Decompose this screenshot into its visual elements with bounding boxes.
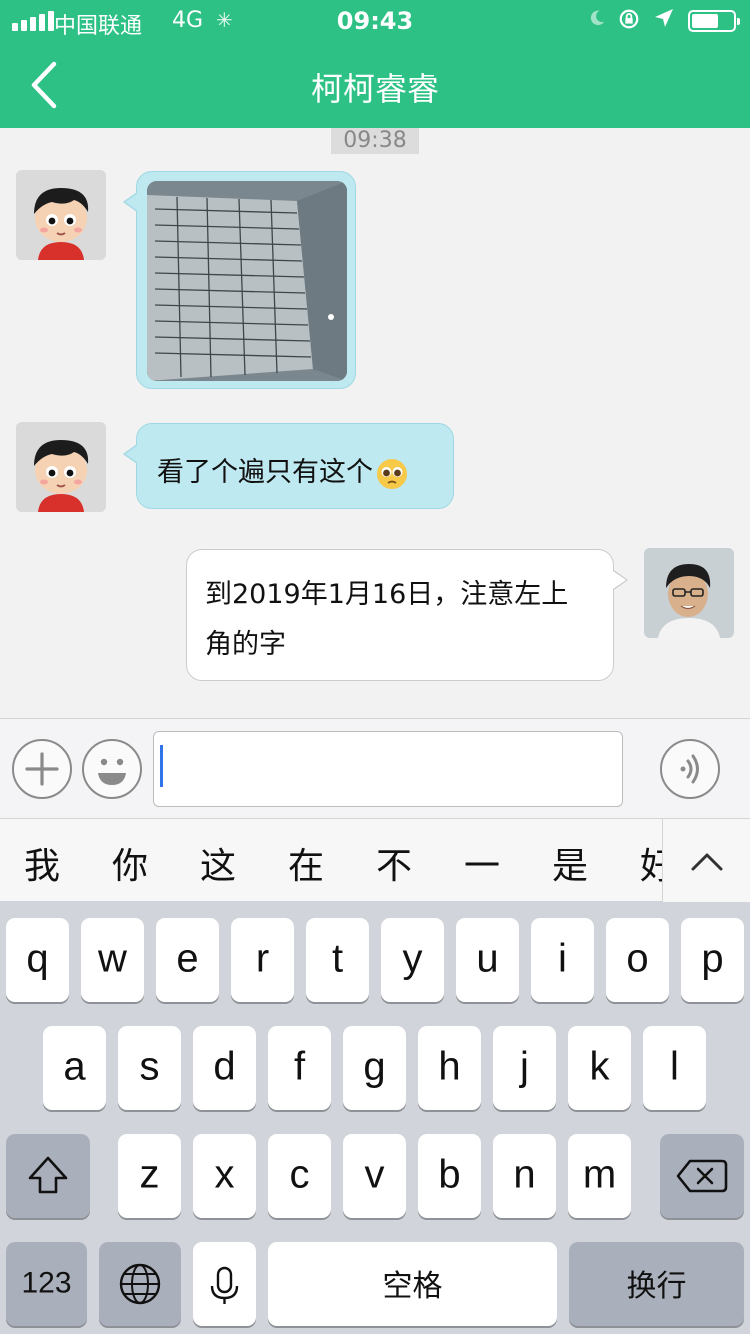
emoji-button[interactable] — [82, 739, 142, 799]
ime-candidate-bar: 我 你 这 在 不 一 是 好 — [0, 818, 750, 903]
key-b[interactable]: b — [418, 1134, 481, 1218]
image-message-bubble[interactable] — [123, 171, 356, 389]
my-avatar[interactable] — [644, 548, 734, 638]
backspace-key[interactable] — [660, 1134, 744, 1218]
key-g[interactable]: g — [343, 1026, 406, 1110]
numbers-key[interactable]: 123 — [6, 1242, 87, 1326]
key-t[interactable]: t — [306, 918, 369, 1002]
key-r[interactable]: r — [231, 918, 294, 1002]
moon-icon — [590, 10, 605, 26]
key-j[interactable]: j — [493, 1026, 556, 1110]
cartoon-boy-avatar — [16, 422, 106, 512]
key-d[interactable]: d — [193, 1026, 256, 1110]
voice-input-button[interactable] — [660, 739, 720, 799]
key-l[interactable]: l — [643, 1026, 706, 1110]
smiley-icon — [98, 758, 126, 785]
user-photo-avatar — [644, 548, 734, 638]
message-text: 看了个遍只有这个 — [157, 457, 373, 488]
key-u[interactable]: u — [456, 918, 519, 1002]
candidate-word[interactable]: 一 — [464, 837, 500, 889]
cartoon-boy-avatar — [16, 170, 106, 260]
key-k[interactable]: k — [568, 1026, 631, 1110]
add-attachment-button[interactable] — [12, 739, 72, 799]
space-key[interactable]: 空格 — [268, 1242, 557, 1326]
key-s[interactable]: s — [118, 1026, 181, 1110]
key-y[interactable]: y — [381, 918, 444, 1002]
dictation-key[interactable] — [193, 1242, 256, 1326]
shift-key[interactable] — [6, 1134, 90, 1218]
contact-avatar[interactable] — [16, 170, 106, 260]
outgoing-text-bubble[interactable]: 到2019年1月16日，注意左上 角的字 — [186, 549, 628, 681]
shift-arrow-icon — [28, 1156, 68, 1194]
key-n[interactable]: n — [493, 1134, 556, 1218]
key-q[interactable]: q — [6, 918, 69, 1002]
incoming-text-bubble[interactable]: 看了个遍只有这个 — [123, 423, 454, 509]
key-c[interactable]: c — [268, 1134, 331, 1218]
voice-waves-icon — [680, 754, 699, 784]
key-v[interactable]: v — [343, 1134, 406, 1218]
key-e[interactable]: e — [156, 918, 219, 1002]
candidate-word[interactable]: 是 — [552, 837, 588, 889]
key-o[interactable]: o — [606, 918, 669, 1002]
battery-icon — [688, 10, 740, 32]
document-photo[interactable] — [147, 181, 347, 381]
chevron-up-icon — [691, 853, 723, 871]
candidate-word[interactable]: 你 — [112, 837, 148, 889]
plus-icon — [25, 752, 59, 786]
key-i[interactable]: i — [531, 918, 594, 1002]
candidate-word[interactable]: 不 — [376, 837, 412, 889]
app-header: 中国联通 4G ✳ 09:43 柯柯睿睿 — [0, 0, 750, 128]
key-x[interactable]: x — [193, 1134, 256, 1218]
return-key[interactable]: 换行 — [569, 1242, 744, 1326]
candidate-word[interactable]: 我 — [24, 837, 60, 889]
globe-key[interactable] — [99, 1242, 181, 1326]
key-z[interactable]: z — [118, 1134, 181, 1218]
key-f[interactable]: f — [268, 1026, 331, 1110]
candidate-word[interactable]: 这 — [200, 837, 236, 889]
keyboard: q w e r t y u i o p a s d f g h j k l z … — [0, 902, 750, 1334]
message-input-bar — [0, 718, 750, 818]
backspace-icon — [676, 1159, 728, 1193]
chat-area[interactable]: 09:38 看了个遍只有这个 到2019年1月16日，注意左上 角的字 — [0, 128, 750, 718]
key-h[interactable]: h — [418, 1026, 481, 1110]
microphone-icon — [210, 1266, 239, 1304]
message-text-line: 到2019年1月16日，注意左上 — [205, 579, 569, 610]
key-w[interactable]: w — [81, 918, 144, 1002]
key-a[interactable]: a — [43, 1026, 106, 1110]
status-bar: 中国联通 4G ✳ 09:43 — [0, 0, 750, 42]
expand-candidates-button[interactable] — [662, 819, 750, 903]
message-timestamp: 09:38 — [331, 128, 419, 154]
pleading-face-emoji-icon — [377, 458, 407, 489]
globe-icon — [119, 1263, 161, 1305]
key-p[interactable]: p — [681, 918, 744, 1002]
page-title: 柯柯睿睿 — [310, 70, 439, 108]
message-input[interactable] — [153, 731, 623, 807]
rotation-lock-icon — [619, 9, 639, 29]
candidate-word[interactable]: 在 — [288, 837, 324, 889]
key-m[interactable]: m — [568, 1134, 631, 1218]
contact-avatar[interactable] — [16, 422, 106, 512]
text-cursor — [160, 745, 163, 787]
message-text-line: 角的字 — [205, 629, 286, 660]
location-icon — [655, 9, 673, 27]
